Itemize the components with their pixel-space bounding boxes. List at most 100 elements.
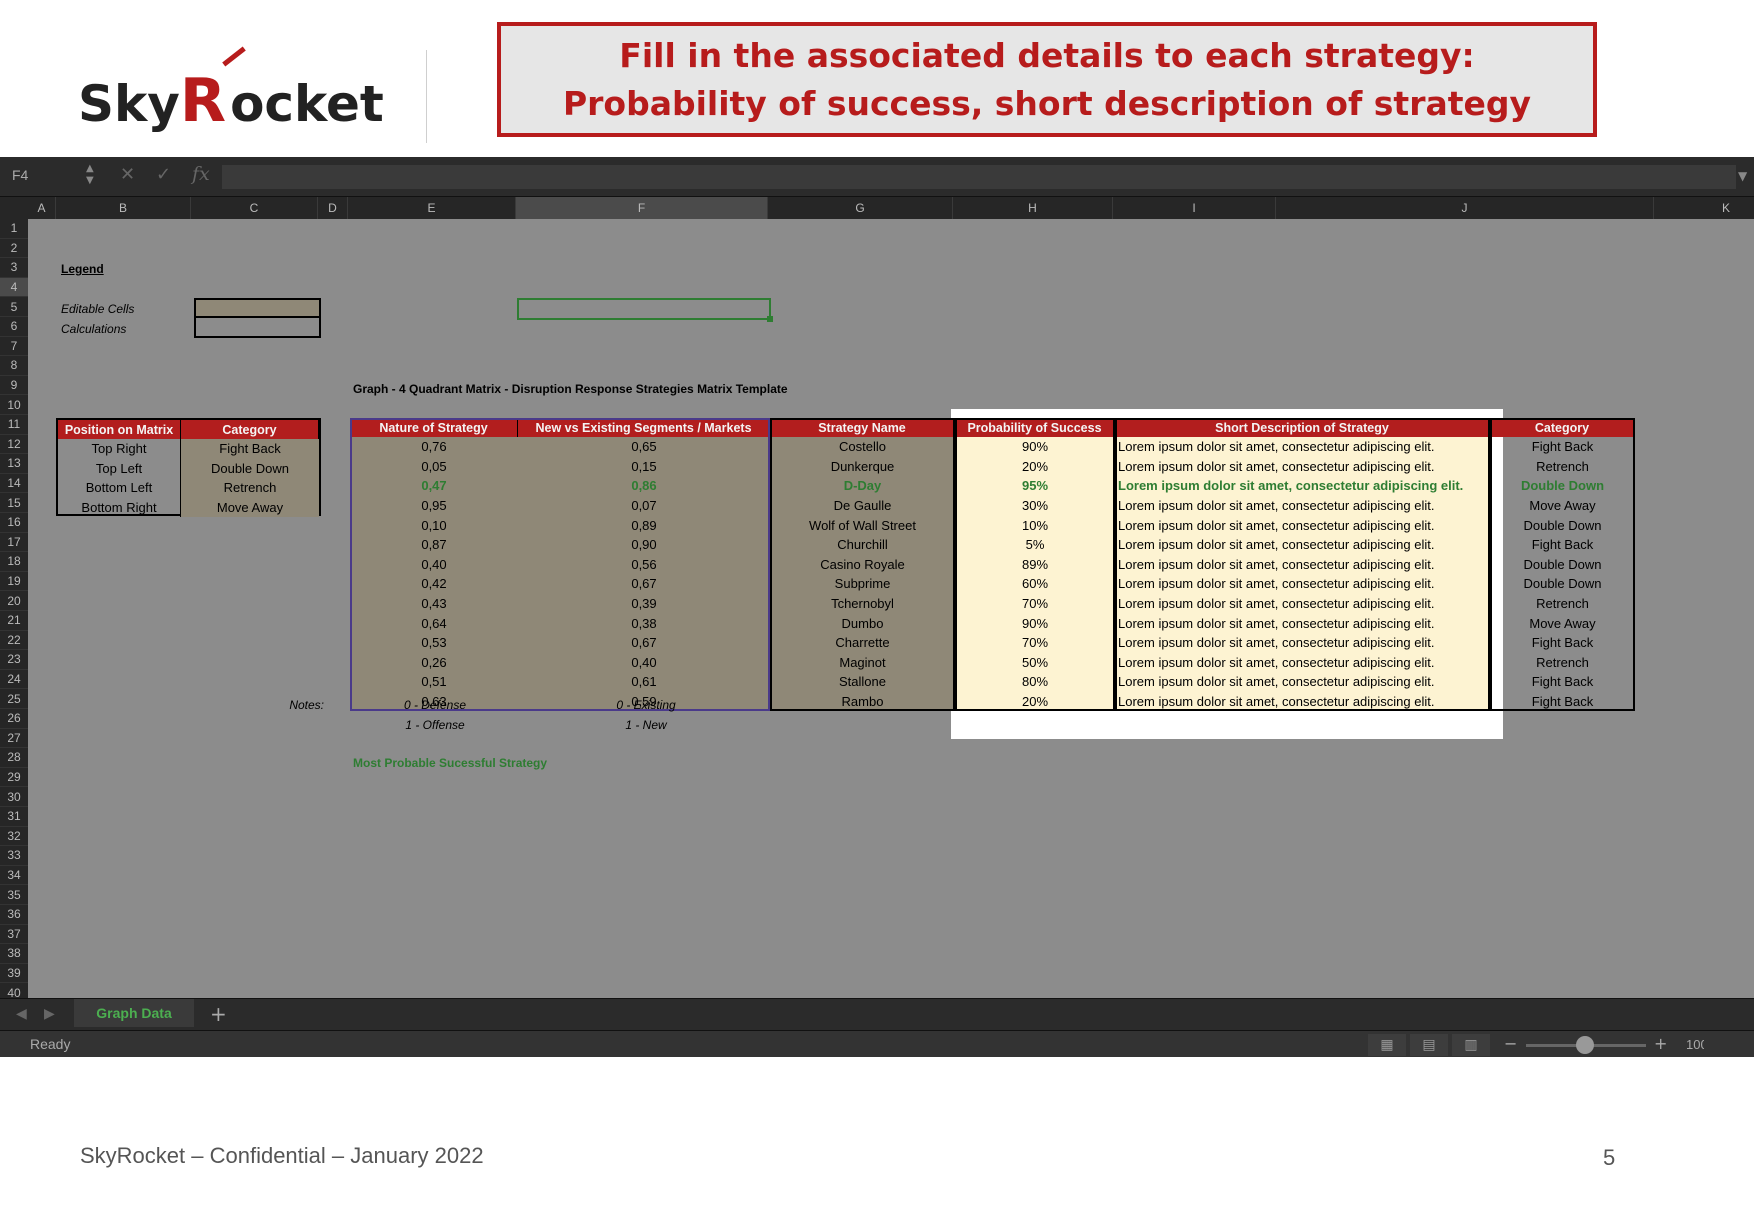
fill-handle[interactable] [767, 316, 773, 322]
page-layout-view-icon[interactable]: ▤ [1410, 1034, 1448, 1056]
row-header[interactable]: 39 [0, 964, 28, 984]
column-headers: ABCDEFGHIJKL [0, 197, 1754, 219]
row-header[interactable]: 15 [0, 493, 28, 513]
row-header[interactable]: 25 [0, 689, 28, 709]
row-header[interactable]: 31 [0, 807, 28, 827]
row-header[interactable]: 8 [0, 356, 28, 376]
position-cell: Bottom Right [58, 497, 181, 517]
row-header[interactable]: 29 [0, 768, 28, 788]
row-header[interactable]: 28 [0, 748, 28, 768]
row-header[interactable]: 30 [0, 787, 28, 807]
notes-label: Notes: [289, 698, 324, 712]
page-break-view-icon[interactable]: ▥ [1452, 1034, 1490, 1056]
row-header[interactable]: 20 [0, 591, 28, 611]
add-sheet-button[interactable]: + [210, 1002, 227, 1026]
row-header[interactable]: 12 [0, 435, 28, 455]
row-header[interactable]: 35 [0, 885, 28, 905]
column-header[interactable]: E [348, 197, 516, 219]
row-header[interactable]: 32 [0, 827, 28, 847]
row-header[interactable]: 21 [0, 611, 28, 631]
excel-window: F4 ▲▼ ✕ ✓ fx ▼ ABCDEFGHIJKL 123456789101… [0, 157, 1754, 1057]
legend-editable-swatch[interactable] [194, 298, 321, 318]
row-header[interactable]: 11 [0, 415, 28, 435]
row-header[interactable]: 16 [0, 513, 28, 533]
most-probable-label: Most Probable Sucessful Strategy [353, 756, 548, 770]
row-header[interactable]: 38 [0, 944, 28, 964]
note-seg-0: 0 - Existing [616, 698, 676, 712]
column-header[interactable]: B [56, 197, 191, 219]
graph-title: Graph - 4 Quadrant Matrix - Disruption R… [353, 382, 788, 396]
legend-calculations-label: Calculations [61, 322, 127, 336]
row-header[interactable]: 10 [0, 395, 28, 415]
page-number: 5 [1603, 1145, 1616, 1170]
tab-graph-data[interactable]: Graph Data [74, 999, 194, 1027]
row-header[interactable]: 27 [0, 729, 28, 749]
row-header[interactable]: 24 [0, 670, 28, 690]
category-header: Category [181, 420, 319, 439]
logo-tick-icon [222, 46, 246, 67]
row-header[interactable]: 13 [0, 454, 28, 474]
category-cell: Double Down [181, 458, 319, 478]
normal-view-icon[interactable]: ▦ [1368, 1034, 1406, 1056]
row-header[interactable]: 17 [0, 533, 28, 553]
formula-input[interactable] [222, 165, 1736, 189]
row-header[interactable]: 9 [0, 376, 28, 396]
zoom-slider-knob[interactable] [1576, 1036, 1594, 1054]
name-box[interactable]: F4 [12, 167, 28, 183]
callout-line-1: Fill in the associated details to each s… [619, 35, 1475, 75]
position-header: Position on Matrix [58, 420, 181, 439]
table-border [1115, 418, 1490, 712]
status-text: Ready [30, 1036, 71, 1052]
row-header[interactable]: 4 [0, 277, 28, 298]
row-header[interactable]: 6 [0, 317, 28, 337]
tab-prev-icon[interactable]: ◀ [16, 1006, 27, 1022]
row-header[interactable]: 1 [0, 219, 28, 239]
row-header[interactable]: 7 [0, 337, 28, 357]
selected-cell-f4[interactable] [517, 298, 771, 320]
column-header[interactable]: A [28, 197, 56, 219]
column-header[interactable]: K [1654, 197, 1754, 219]
formula-expand-icon[interactable]: ▼ [1738, 169, 1747, 183]
row-header[interactable]: 2 [0, 239, 28, 259]
row-header[interactable]: 19 [0, 572, 28, 592]
status-bar: Ready ▦ ▤ ▥ − + 100% [0, 1030, 1754, 1057]
column-header[interactable]: G [768, 197, 953, 219]
callout-line-2: Probability of success, short descriptio… [562, 83, 1532, 123]
position-cell: Top Left [58, 458, 181, 478]
sheet-grid[interactable]: Legend Editable Cells Calculations Graph… [28, 219, 1754, 998]
row-header[interactable]: 14 [0, 474, 28, 494]
zoom-level[interactable]: 100% [1686, 1037, 1704, 1052]
column-header[interactable]: H [953, 197, 1113, 219]
column-header[interactable]: F [516, 197, 768, 219]
row-header[interactable]: 34 [0, 866, 28, 886]
row-header[interactable]: 5 [0, 297, 28, 317]
row-header[interactable]: 36 [0, 905, 28, 925]
tab-next-icon[interactable]: ▶ [44, 1006, 55, 1022]
row-header[interactable]: 22 [0, 631, 28, 651]
row-header[interactable]: 33 [0, 846, 28, 866]
function-icon[interactable]: fx [192, 163, 210, 185]
row-header[interactable]: 3 [0, 258, 28, 278]
name-box-stepper-icon[interactable]: ▲ ▼ [86, 163, 94, 187]
row-header[interactable]: 23 [0, 650, 28, 670]
column-header[interactable]: J [1276, 197, 1654, 219]
cancel-icon[interactable]: ✕ [120, 164, 135, 185]
legend-calculations-swatch[interactable] [194, 318, 321, 338]
zoom-in-icon[interactable]: + [1654, 1034, 1667, 1053]
column-header[interactable]: I [1113, 197, 1276, 219]
confirm-icon[interactable]: ✓ [156, 164, 171, 185]
table-border [770, 418, 955, 712]
column-header[interactable]: C [191, 197, 318, 219]
legend-title: Legend [61, 262, 104, 276]
zoom-out-icon[interactable]: − [1504, 1034, 1517, 1053]
table-border [955, 418, 1115, 712]
row-header[interactable]: 26 [0, 709, 28, 729]
sheet-tabs-bar: ◀ ▶ Graph Data + [0, 998, 1754, 1030]
row-header[interactable]: 18 [0, 552, 28, 572]
skyrocket-logo: SkyRocket [78, 46, 388, 142]
row-header[interactable]: 37 [0, 925, 28, 945]
note-nature-0: 0 - Defense [403, 698, 467, 712]
position-cell: Top Right [58, 439, 181, 459]
column-header[interactable]: D [318, 197, 348, 219]
position-table: Position on Matrix Category Top Right Fight… [56, 418, 321, 517]
